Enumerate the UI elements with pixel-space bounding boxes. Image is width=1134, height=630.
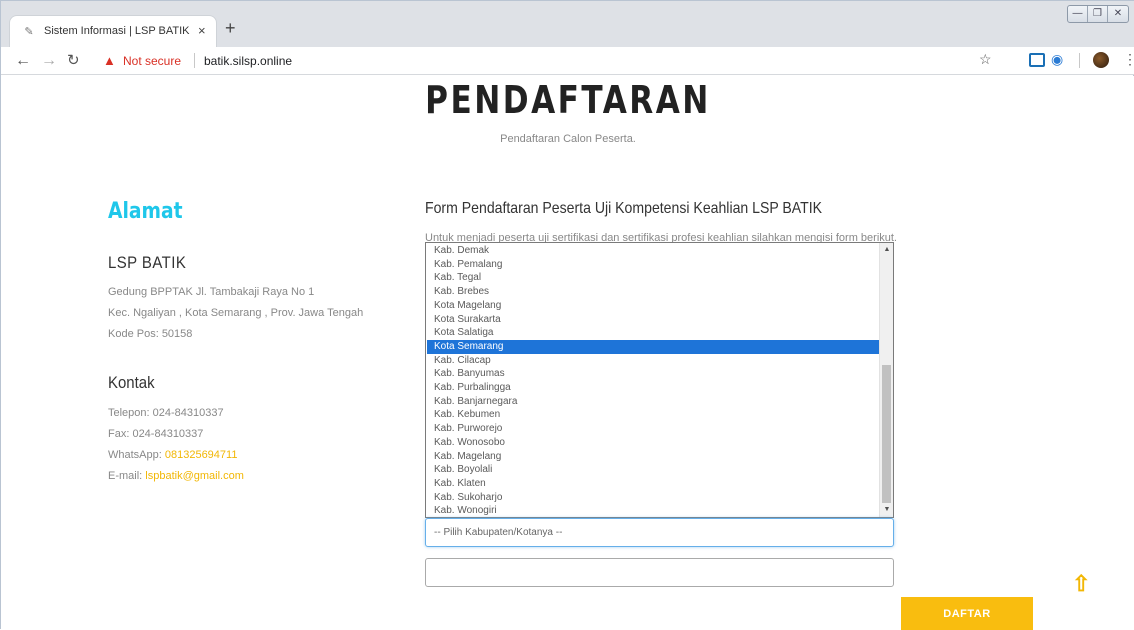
extension-icon[interactable] <box>1029 53 1045 67</box>
dropdown-option[interactable]: Kota Semarang <box>427 339 879 354</box>
address-line: Kec. Ngaliyan , Kota Semarang , Prov. Ja… <box>108 307 364 319</box>
not-secure-label[interactable]: Not secure <box>123 54 181 68</box>
warning-triangle-icon: ▲ <box>103 53 116 68</box>
address-heading: Alamat <box>108 199 183 224</box>
page-content: PENDAFTARAN Pendaftaran Calon Peserta. A… <box>1 76 1134 630</box>
dropdown-option[interactable]: Kab. Banyumas <box>427 367 879 381</box>
dropdown-option[interactable]: Kab. Kebumen <box>427 408 879 422</box>
scroll-up-arrow-icon[interactable]: ▲ <box>880 243 893 257</box>
select-placeholder: -- Pilih Kabupaten/Kotanya -- <box>434 527 563 538</box>
scrollbar-thumb[interactable] <box>882 365 891 503</box>
maximize-button[interactable]: ❐ <box>1088 6 1108 22</box>
close-window-button[interactable]: ✕ <box>1108 6 1128 22</box>
dropdown-option[interactable]: Kab. Wonogiri <box>427 504 879 517</box>
address-line: Gedung BPPTAK Jl. Tambakaji Raya No 1 <box>108 286 315 298</box>
dropdown-option[interactable]: Kab. Sukoharjo <box>427 491 879 505</box>
whatsapp-link[interactable]: 081325694711 <box>165 449 238 461</box>
dropdown-option[interactable]: Kab. Tegal <box>427 271 879 285</box>
email-label: E-mail: <box>108 470 146 482</box>
scroll-to-top-icon[interactable]: ⇧ <box>1072 571 1090 597</box>
dropdown-option[interactable]: Kota Magelang <box>427 299 879 313</box>
daftar-button[interactable]: DAFTAR <box>901 597 1033 630</box>
dropdown-option[interactable]: Kab. Purworejo <box>427 422 879 436</box>
dropdown-scrollbar[interactable]: ▲ ▼ <box>879 243 893 517</box>
contact-heading: Kontak <box>108 373 155 392</box>
address-bar[interactable]: ▲ Not secure batik.silsp.online <box>95 50 1015 72</box>
toolbar-divider <box>1079 53 1080 68</box>
kebab-menu-icon[interactable]: ⋮ <box>1123 51 1134 68</box>
dropdown-option[interactable]: Kab. Klaten <box>427 477 879 491</box>
dropdown-option[interactable]: Kab. Cilacap <box>427 354 879 368</box>
dropdown-option[interactable]: Kab. Brebes <box>427 285 879 299</box>
pen-icon: ✎ <box>24 26 34 38</box>
window-controls: — ❐ ✕ <box>1067 5 1129 23</box>
dropdown-option[interactable]: Kab. Magelang <box>427 450 879 464</box>
minimize-button[interactable]: — <box>1068 6 1088 22</box>
scroll-down-arrow-icon[interactable]: ▼ <box>880 503 893 517</box>
back-arrow-icon[interactable]: ← <box>15 51 31 71</box>
text-input-field[interactable] <box>425 558 894 587</box>
form-title: Form Pendaftaran Peserta Uji Kompetensi … <box>425 200 823 217</box>
email-link[interactable]: lspbatik@gmail.com <box>145 470 244 482</box>
postal-code: Kode Pos: 50158 <box>108 328 193 340</box>
dropdown-option[interactable]: Kab. Wonosobo <box>427 436 879 450</box>
email-line: E-mail: lspbatik@gmail.com <box>108 470 244 482</box>
dropdown-option[interactable]: Kota Salatiga <box>427 326 879 340</box>
browser-tab[interactable]: ✎ Sistem Informasi | LSP BATIK × <box>9 15 217 47</box>
fax-text: Fax: 024-84310337 <box>108 428 204 440</box>
tab-strip: ✎ Sistem Informasi | LSP BATIK × + — ❐ ✕ <box>1 1 1134 47</box>
page-subtitle: Pendaftaran Calon Peserta. <box>500 133 636 145</box>
organization-name: LSP BATIK <box>108 253 187 272</box>
reload-icon[interactable]: ↻ <box>67 51 80 71</box>
kabupaten-dropdown-list[interactable]: Kab. Demak Kab. Pemalang Kab. Tegal Kab. Br… <box>425 242 894 518</box>
url-text[interactable]: batik.silsp.online <box>204 54 292 68</box>
phone-text: Telepon: 024-84310337 <box>108 407 224 419</box>
dropdown-option[interactable]: Kab. Pemalang <box>427 258 879 272</box>
dropdown-option[interactable]: Kab. Demak <box>427 244 879 258</box>
close-tab-icon[interactable]: × <box>198 23 206 39</box>
whatsapp-line: WhatsApp: 081325694711 <box>108 449 237 461</box>
profile-avatar[interactable] <box>1093 52 1109 68</box>
browser-window: ✎ Sistem Informasi | LSP BATIK × + — ❐ ✕… <box>0 0 1134 630</box>
omnibox-divider <box>194 53 195 68</box>
dropdown-option[interactable]: Kab. Boyolali <box>427 463 879 477</box>
new-tab-button[interactable]: + <box>225 19 236 37</box>
extension-icon-2[interactable]: ◉ <box>1051 51 1063 68</box>
address-toolbar: ← → ↻ ▲ Not secure batik.silsp.online <box>1 47 1134 75</box>
whatsapp-label: WhatsApp: <box>108 449 165 461</box>
page-title: PENDAFTARAN <box>425 78 711 122</box>
kabupaten-select[interactable]: -- Pilih Kabupaten/Kotanya -- <box>425 518 894 547</box>
forward-arrow-icon[interactable]: → <box>41 51 57 71</box>
dropdown-option[interactable]: Kab. Purbalingga <box>427 381 879 395</box>
tab-title: Sistem Informasi | LSP BATIK <box>44 25 190 37</box>
star-icon[interactable]: ☆ <box>979 51 992 68</box>
dropdown-option[interactable]: Kab. Banjarnegara <box>427 395 879 409</box>
dropdown-option[interactable]: Kota Surakarta <box>427 313 879 327</box>
